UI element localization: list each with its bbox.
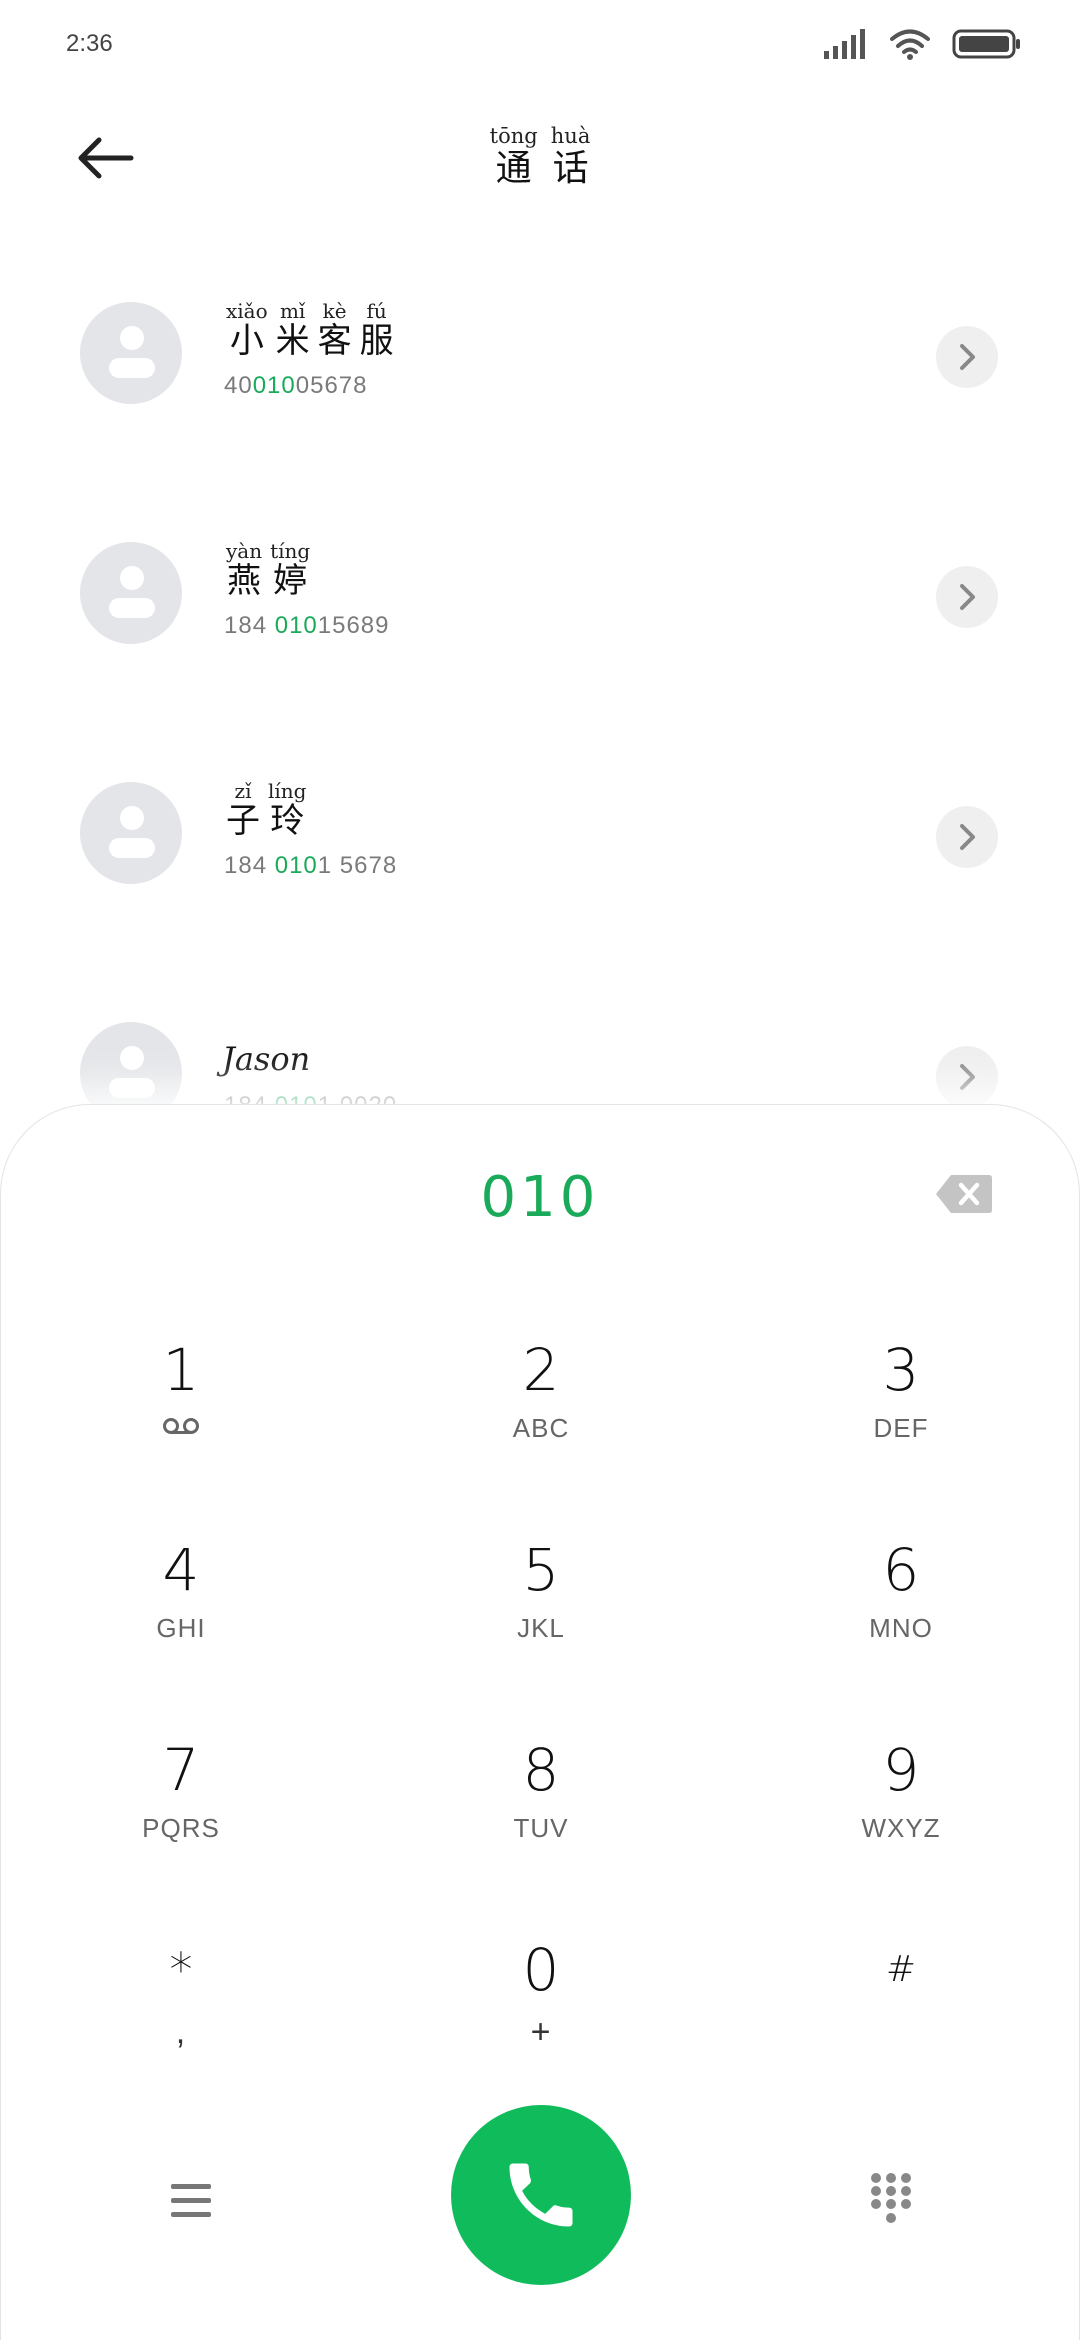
phone-icon bbox=[509, 2163, 573, 2227]
backspace-icon bbox=[936, 1175, 992, 1213]
key-letters: ABC bbox=[512, 1413, 570, 1443]
name-pinyin: líng bbox=[268, 779, 307, 803]
title-pinyin: tōng bbox=[489, 124, 538, 148]
key-digit: 2 bbox=[522, 1336, 560, 1404]
key-digit: 8 bbox=[522, 1736, 560, 1804]
header: tōng 通 huà 话 bbox=[0, 110, 1080, 210]
status-time: 2:36 bbox=[66, 30, 113, 57]
title-char: huà 话 bbox=[551, 124, 591, 190]
name-hanzi: 米 bbox=[275, 321, 310, 361]
key-letters: PQRS bbox=[142, 1813, 220, 1843]
key-2[interactable]: 2 ABC bbox=[421, 1335, 661, 1475]
name-pinyin: fú bbox=[366, 299, 387, 323]
key-digit: 9 bbox=[882, 1736, 920, 1804]
key-4[interactable]: 4 GHI bbox=[61, 1535, 301, 1675]
key-digit: 1 bbox=[162, 1336, 200, 1404]
avatar bbox=[80, 302, 182, 404]
name-latin: Jason bbox=[222, 1040, 311, 1078]
name-hanzi: 子 bbox=[226, 801, 260, 841]
title-pinyin: huà bbox=[550, 124, 591, 148]
contact-number: 184 01015689 bbox=[224, 612, 390, 639]
delete-button[interactable] bbox=[935, 1173, 993, 1215]
name-hanzi: 小 bbox=[229, 321, 264, 361]
page-title: tōng 通 huà 话 bbox=[0, 124, 1080, 190]
contact-number: 4001005678 bbox=[224, 372, 368, 399]
status-bar: 2:36 bbox=[0, 0, 1080, 96]
key-digit: 0 bbox=[522, 1936, 560, 2004]
call-button[interactable] bbox=[451, 2105, 631, 2285]
contact-name: Jason bbox=[222, 1020, 310, 1078]
status-icons bbox=[824, 28, 1022, 60]
name-pinyin: zǐ bbox=[234, 779, 252, 803]
key-6[interactable]: 6 MNO bbox=[781, 1535, 1021, 1675]
key-5[interactable]: 5 JKL bbox=[421, 1535, 661, 1675]
name-pinyin: mǐ bbox=[279, 299, 306, 323]
key-8[interactable]: 8 TUV bbox=[421, 1735, 661, 1875]
chevron-right-icon bbox=[960, 584, 975, 610]
contact-detail-button[interactable] bbox=[936, 1046, 998, 1108]
name-hanzi: 燕 bbox=[227, 561, 262, 601]
key-letters: MNO bbox=[869, 1613, 933, 1643]
key-letters: + bbox=[530, 2013, 552, 2051]
contact-detail-button[interactable] bbox=[936, 326, 998, 388]
key-digit: 3 bbox=[882, 1336, 920, 1404]
name-hanzi: 玲 bbox=[270, 801, 305, 841]
contact-detail-button[interactable] bbox=[936, 806, 998, 868]
voicemail-icon bbox=[61, 1413, 301, 1444]
avatar bbox=[80, 782, 182, 884]
title-hanzi: 通 bbox=[495, 148, 532, 189]
chevron-right-icon bbox=[960, 824, 975, 850]
title-hanzi: 话 bbox=[552, 148, 589, 189]
name-pinyin: kè bbox=[322, 299, 347, 323]
key-digit: 4 bbox=[162, 1536, 200, 1604]
key-1[interactable]: 1 bbox=[61, 1335, 301, 1475]
contact-row[interactable]: zǐ 子 líng 玲 184 0101 5678 bbox=[0, 740, 1080, 900]
battery-icon bbox=[952, 29, 1020, 59]
dialer-action-bar bbox=[1, 2105, 1080, 2295]
menu-icon bbox=[171, 2184, 211, 2217]
name-pinyin: tíng bbox=[270, 539, 311, 563]
key-digit: 5 bbox=[522, 1536, 560, 1604]
name-hanzi: 客 bbox=[317, 321, 352, 361]
key-hash[interactable]: # bbox=[781, 1935, 1021, 2075]
key-letters: TUV bbox=[513, 1813, 569, 1843]
key-digit: # bbox=[885, 1949, 917, 1990]
dialer-sheet: 010 1 2 ABC 3 DEF 4 GHI 5 JKL 6 MNO 7 PQ… bbox=[0, 1104, 1080, 2340]
keypad-toggle-button[interactable] bbox=[861, 2169, 921, 2229]
key-7[interactable]: 7 PQRS bbox=[61, 1735, 301, 1875]
name-hanzi: 婷 bbox=[273, 561, 308, 601]
chevron-right-icon bbox=[960, 1064, 975, 1090]
dialed-number: 010 bbox=[480, 1165, 600, 1230]
menu-button[interactable] bbox=[161, 2171, 221, 2231]
name-pinyin: xiǎo bbox=[226, 299, 268, 323]
wifi-icon bbox=[890, 29, 930, 60]
key-letters: WXYZ bbox=[861, 1813, 941, 1843]
title-char: tōng 通 bbox=[490, 124, 538, 190]
key-letters: DEF bbox=[873, 1413, 929, 1443]
key-letters: , bbox=[175, 2013, 187, 2051]
signal-icon bbox=[824, 29, 865, 59]
contact-number: 184 0101 5678 bbox=[224, 852, 398, 879]
key-star[interactable]: * , bbox=[61, 1935, 301, 2075]
name-pinyin: yàn bbox=[226, 539, 263, 563]
key-9[interactable]: 9 WXYZ bbox=[781, 1735, 1021, 1875]
dialpad-icon bbox=[871, 2173, 911, 2223]
contact-row[interactable]: yàn 燕 tíng 婷 184 01015689 bbox=[0, 500, 1080, 660]
key-digit: 7 bbox=[162, 1736, 200, 1804]
key-digit: 6 bbox=[882, 1536, 920, 1604]
key-0[interactable]: 0 + bbox=[421, 1935, 661, 2075]
chevron-right-icon bbox=[960, 344, 975, 370]
key-digit: * bbox=[169, 1943, 193, 1997]
key-3[interactable]: 3 DEF bbox=[781, 1335, 1021, 1475]
contact-name: zǐ 子 líng 玲 bbox=[222, 780, 310, 840]
contact-name: xiǎo 小 mǐ 米 kè 客 fú 服 bbox=[222, 300, 398, 360]
key-letters: JKL bbox=[517, 1613, 565, 1643]
key-letters: GHI bbox=[156, 1613, 206, 1643]
contact-name: yàn 燕 tíng 婷 bbox=[222, 540, 314, 600]
avatar bbox=[80, 542, 182, 644]
name-hanzi: 服 bbox=[359, 321, 394, 361]
contact-row[interactable]: xiǎo 小 mǐ 米 kè 客 fú 服 4001005678 bbox=[0, 260, 1080, 420]
contact-detail-button[interactable] bbox=[936, 566, 998, 628]
